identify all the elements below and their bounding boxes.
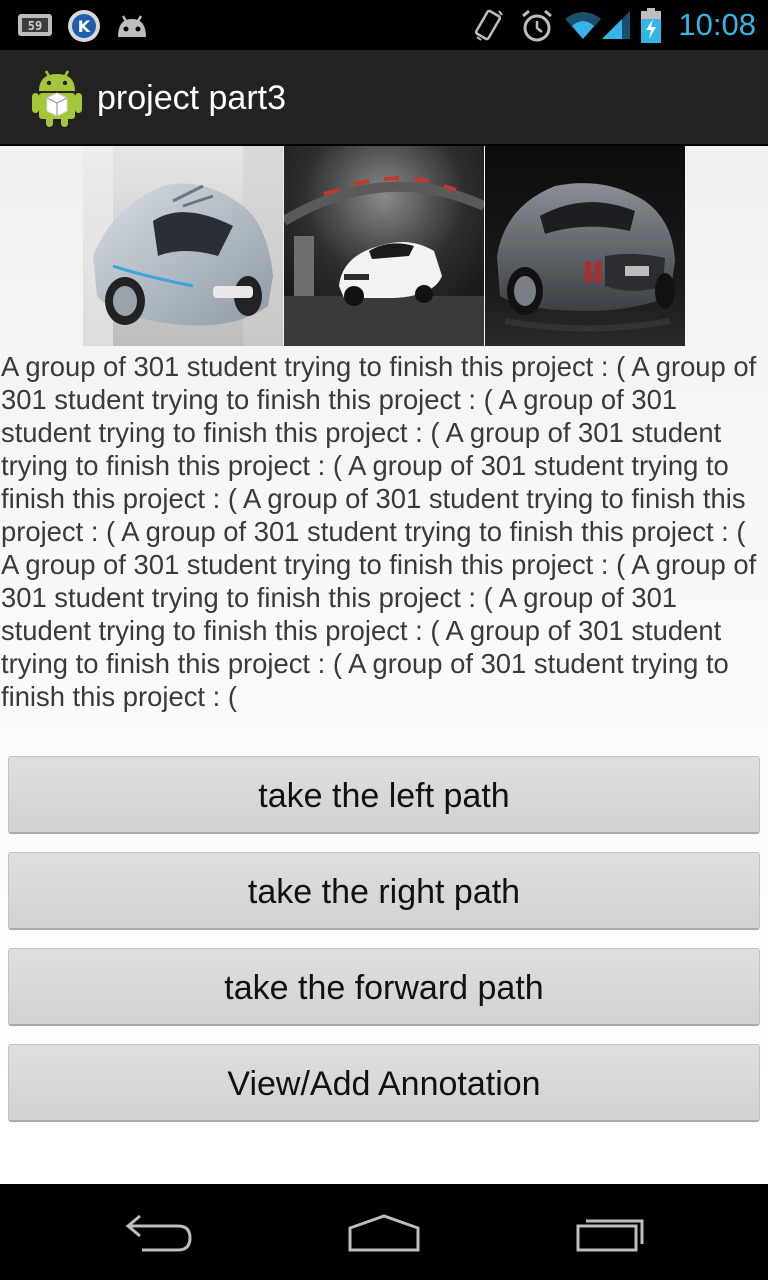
take-forward-path-button[interactable]: take the forward path (8, 948, 760, 1026)
sim-signal-icon: 59 (16, 11, 56, 43)
battery-charging-icon (639, 7, 663, 49)
status-time: 10:08 (678, 7, 756, 42)
status-bar: 59 K 10:08 (0, 0, 768, 50)
recent-apps-button[interactable] (530, 1184, 690, 1280)
view-add-annotation-button[interactable]: View/Add Annotation (8, 1044, 760, 1122)
app-screen: 59 K 10:08 project part3 A group of 301 … (0, 0, 768, 1280)
navigation-bar (0, 1184, 768, 1280)
app-title: project part3 (97, 79, 286, 117)
svg-text:K: K (78, 17, 91, 36)
home-button[interactable] (304, 1184, 464, 1280)
take-right-path-button[interactable]: take the right path (8, 852, 760, 930)
wifi-icon (563, 9, 603, 45)
back-button[interactable] (80, 1184, 240, 1280)
car-gallery (83, 146, 685, 346)
cell-signal-icon (600, 9, 632, 45)
action-bar: project part3 (0, 50, 768, 146)
white-sports-car-photo[interactable] (284, 146, 484, 346)
take-left-path-button[interactable]: take the left path (8, 756, 760, 834)
android-robot-icon (113, 11, 151, 43)
description-text: A group of 301 student trying to finish … (1, 351, 757, 712)
silver-roadster-photo[interactable] (83, 146, 283, 346)
android-app-icon (30, 68, 84, 132)
dark-grey-sports-car-photo[interactable] (485, 146, 685, 346)
k-app-icon: K (66, 8, 102, 48)
vibrate-icon (472, 7, 506, 49)
alarm-icon (519, 8, 555, 48)
svg-text:59: 59 (28, 19, 42, 33)
